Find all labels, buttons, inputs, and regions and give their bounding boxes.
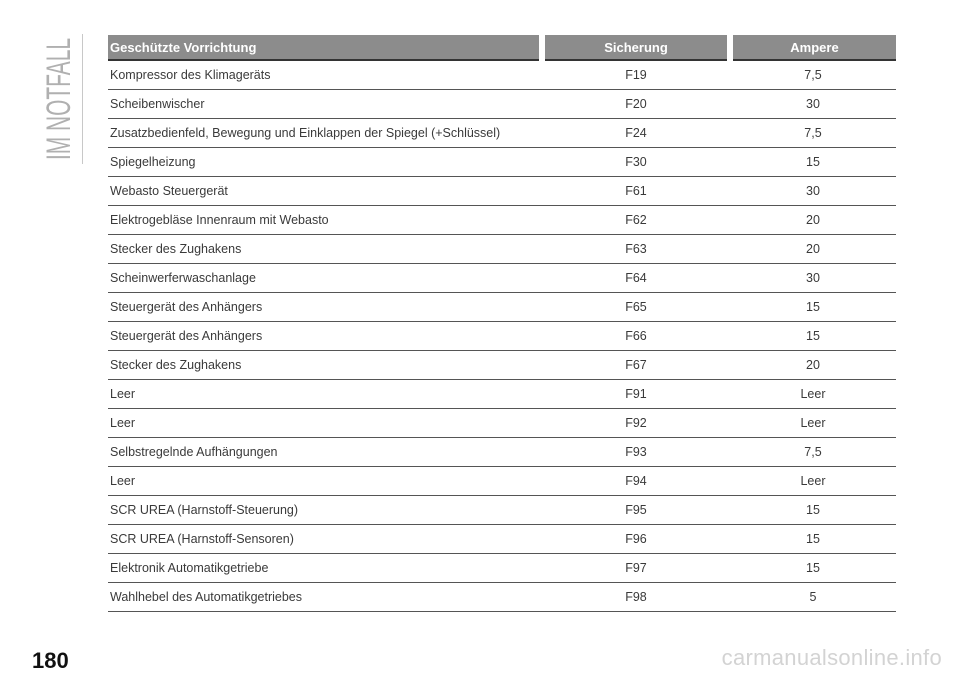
cell-device: Leer <box>108 408 542 438</box>
cell-fuse: F61 <box>542 176 730 206</box>
table-row: SCR UREA (Harnstoff-Sensoren) F96 15 <box>108 524 896 554</box>
cell-fuse: F65 <box>542 292 730 322</box>
cell-fuse: F24 <box>542 118 730 148</box>
table-row: Spiegelheizung F30 15 <box>108 147 896 177</box>
cell-ampere: Leer <box>730 379 896 409</box>
cell-device: Selbstregelnde Aufhängungen <box>108 437 542 467</box>
cell-fuse: F62 <box>542 205 730 235</box>
cell-fuse: F95 <box>542 495 730 525</box>
cell-device: SCR UREA (Harnstoff-Steuerung) <box>108 495 542 525</box>
cell-ampere: 20 <box>730 234 896 264</box>
cell-ampere: 7,5 <box>730 118 896 148</box>
cell-ampere: 15 <box>730 147 896 177</box>
cell-device: Zusatzbedienfeld, Bewegung und Einklappe… <box>108 118 542 148</box>
cell-fuse: F96 <box>542 524 730 554</box>
cell-fuse: F94 <box>542 466 730 496</box>
cell-ampere: 30 <box>730 89 896 119</box>
cell-fuse: F63 <box>542 234 730 264</box>
section-title: IM NOTFALL <box>20 38 82 160</box>
cell-fuse: F93 <box>542 437 730 467</box>
table-body: Kompressor des Klimageräts F19 7,5 Scheiben… <box>108 60 896 612</box>
cell-ampere: 15 <box>730 292 896 322</box>
cell-device: Elektronik Automatikgetriebe <box>108 553 542 583</box>
cell-ampere: 7,5 <box>730 437 896 467</box>
section-divider <box>82 34 83 164</box>
cell-fuse: F91 <box>542 379 730 409</box>
table-row: Scheinwerferwaschanlage F64 30 <box>108 263 896 293</box>
table-row: Webasto Steuergerät F61 30 <box>108 176 896 206</box>
cell-device: Leer <box>108 466 542 496</box>
header-fuse: Sicherung <box>539 35 733 61</box>
table-row: Wahlhebel des Automatikgetriebes F98 5 <box>108 582 896 612</box>
cell-fuse: F66 <box>542 321 730 351</box>
table-row: SCR UREA (Harnstoff-Steuerung) F95 15 <box>108 495 896 525</box>
cell-ampere: 30 <box>730 176 896 206</box>
cell-ampere: 15 <box>730 524 896 554</box>
table-row: Stecker des Zughakens F67 20 <box>108 350 896 380</box>
page-number: 180 <box>32 648 69 673</box>
cell-fuse: F30 <box>542 147 730 177</box>
cell-device: Wahlhebel des Automatikgetriebes <box>108 582 542 612</box>
cell-device: Leer <box>108 379 542 409</box>
header-ampere: Ampere <box>730 35 896 61</box>
table-row: Steuergerät des Anhängers F66 15 <box>108 321 896 351</box>
fuse-table: Geschützte Vorrichtung Sicherung Ampere … <box>108 35 896 612</box>
table-header-row: Geschützte Vorrichtung Sicherung Ampere <box>108 35 896 61</box>
cell-device: Steuergerät des Anhängers <box>108 321 542 351</box>
cell-device: Elektrogebläse Innenraum mit Webasto <box>108 205 542 235</box>
table-row: Stecker des Zughakens F63 20 <box>108 234 896 264</box>
cell-ampere: 20 <box>730 350 896 380</box>
table-row: Elektronik Automatikgetriebe F97 15 <box>108 553 896 583</box>
table-row: Leer F94 Leer <box>108 466 896 496</box>
cell-device: Stecker des Zughakens <box>108 350 542 380</box>
cell-device: Kompressor des Klimageräts <box>108 60 542 90</box>
cell-device: Stecker des Zughakens <box>108 234 542 264</box>
table-row: Leer F92 Leer <box>108 408 896 438</box>
watermark: carmanualsonline.info <box>721 645 942 670</box>
cell-device: Scheinwerferwaschanlage <box>108 263 542 293</box>
cell-fuse: F67 <box>542 350 730 380</box>
cell-fuse: F19 <box>542 60 730 90</box>
cell-ampere: 20 <box>730 205 896 235</box>
cell-fuse: F98 <box>542 582 730 612</box>
header-protected-device: Geschützte Vorrichtung <box>108 35 542 61</box>
cell-fuse: F97 <box>542 553 730 583</box>
cell-device: Webasto Steuergerät <box>108 176 542 206</box>
table-row: Leer F91 Leer <box>108 379 896 409</box>
table-row: Elektrogebläse Innenraum mit Webasto F62 2… <box>108 205 896 235</box>
cell-ampere: 15 <box>730 321 896 351</box>
cell-fuse: F20 <box>542 89 730 119</box>
cell-ampere: Leer <box>730 466 896 496</box>
table-row: Scheibenwischer F20 30 <box>108 89 896 119</box>
cell-device: SCR UREA (Harnstoff-Sensoren) <box>108 524 542 554</box>
table-row: Selbstregelnde Aufhängungen F93 7,5 <box>108 437 896 467</box>
cell-device: Spiegelheizung <box>108 147 542 177</box>
cell-ampere: 30 <box>730 263 896 293</box>
cell-ampere: 15 <box>730 495 896 525</box>
cell-device: Scheibenwischer <box>108 89 542 119</box>
cell-device: Steuergerät des Anhängers <box>108 292 542 322</box>
section-title-text: IM NOTFALL <box>40 38 78 160</box>
table-row: Steuergerät des Anhängers F65 15 <box>108 292 896 322</box>
table-row: Zusatzbedienfeld, Bewegung und Einklappe… <box>108 118 896 148</box>
cell-ampere: Leer <box>730 408 896 438</box>
cell-ampere: 5 <box>730 582 896 612</box>
cell-fuse: F92 <box>542 408 730 438</box>
cell-ampere: 7,5 <box>730 60 896 90</box>
cell-ampere: 15 <box>730 553 896 583</box>
table-row: Kompressor des Klimageräts F19 7,5 <box>108 60 896 90</box>
cell-fuse: F64 <box>542 263 730 293</box>
